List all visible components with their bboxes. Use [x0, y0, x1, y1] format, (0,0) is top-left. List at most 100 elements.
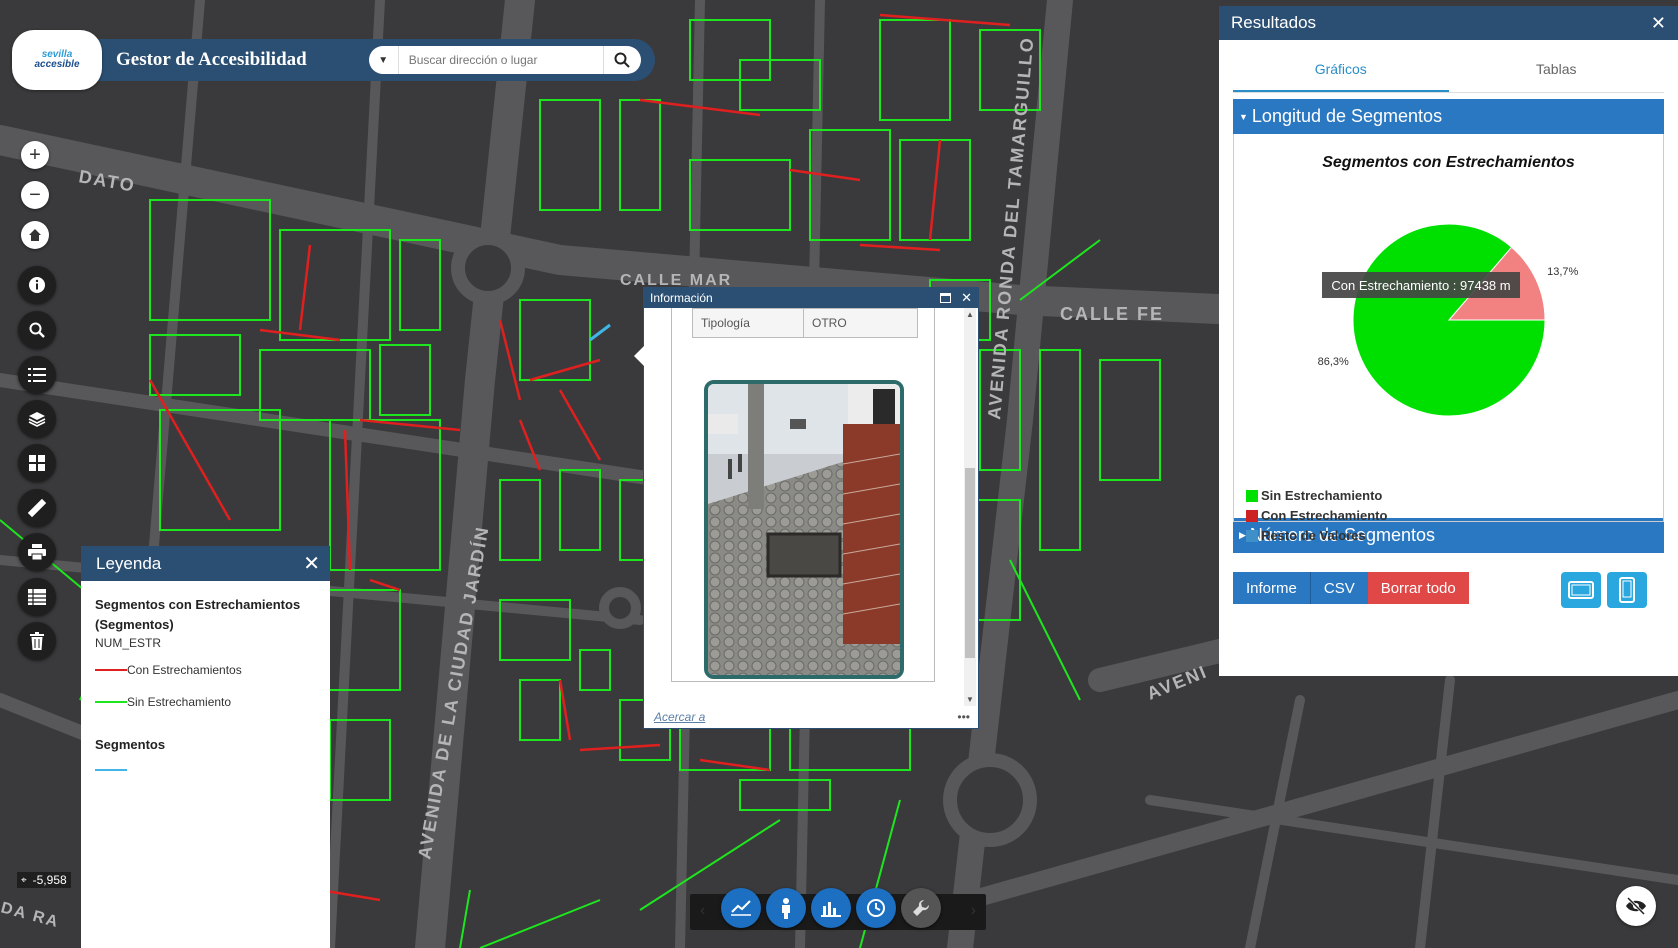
- chart-title: Segmentos con Estrechamientos: [1322, 154, 1575, 171]
- legend-item: Con Estrechamientos: [95, 663, 316, 677]
- collapsed-triangle-icon: ▶: [1239, 530, 1246, 540]
- sidewalk-photo-image: [708, 384, 900, 675]
- chart-legend-item: Con Estrechamiento: [1246, 508, 1387, 523]
- caret-down-icon: ▼: [378, 54, 389, 66]
- attribute-key: Tipología: [693, 309, 804, 337]
- section-longitud[interactable]: ▼ Longitud de Segmentos: [1233, 99, 1664, 134]
- chart-legend-label: Con Estrechamiento: [1261, 508, 1388, 523]
- minus-icon: −: [29, 183, 41, 206]
- legend-title: Leyenda: [96, 553, 162, 573]
- tools-widget-button[interactable]: [901, 888, 941, 928]
- results-tabs: Gráficos Tablas: [1233, 56, 1664, 93]
- search-input[interactable]: [398, 46, 603, 74]
- chart-legend-label: Sin Estrechamiento: [1261, 488, 1383, 503]
- list-icon: [28, 368, 46, 382]
- portrait-view-button[interactable]: [1607, 572, 1647, 608]
- map-street-label: CALLE FE: [1060, 304, 1164, 324]
- basemap-button[interactable]: [18, 444, 56, 482]
- informe-button[interactable]: Informe: [1233, 572, 1310, 604]
- print-icon: [28, 544, 46, 560]
- info-popup: Información ✕ Tipología OTRO ▲ ▼ Acercar…: [643, 287, 979, 729]
- close-icon[interactable]: ✕: [303, 551, 320, 576]
- search-icon: [614, 52, 630, 68]
- logo-text: accesible: [34, 59, 80, 70]
- info-button[interactable]: [18, 266, 56, 304]
- chevron-left-icon[interactable]: ‹: [700, 902, 705, 920]
- legend-header: Leyenda ✕: [81, 546, 330, 581]
- zoom-in-button[interactable]: +: [21, 141, 49, 169]
- home-icon: [29, 229, 41, 241]
- chart-legend-item: Sin Estrechamiento: [1246, 488, 1382, 503]
- attribute-table-button[interactable]: [18, 578, 56, 616]
- pie-slice-label: 13,7%: [1547, 266, 1578, 278]
- info-popup-title: Información: [650, 291, 713, 305]
- segment-photo[interactable]: [704, 380, 904, 679]
- zoom-to-link[interactable]: Acercar a: [654, 710, 705, 724]
- info-scrollbar[interactable]: ▲ ▼: [964, 308, 976, 706]
- legend-button[interactable]: [18, 356, 56, 394]
- tooltip-text: Con Estrechamiento : 97438 m: [1331, 278, 1510, 293]
- info-popup-header: Información ✕: [644, 288, 978, 308]
- results-title: Resultados: [1231, 13, 1317, 32]
- charts-widget-button[interactable]: [811, 888, 851, 928]
- legend-field-name: NUM_ESTR: [95, 636, 162, 650]
- legend-layer-title: Segmentos: [95, 737, 166, 752]
- clear-all-button[interactable]: Borrar todo: [1367, 572, 1469, 604]
- app-logo[interactable]: sevilla accesible: [12, 30, 102, 90]
- coordinate-readout: ⌖ -5,958: [17, 872, 71, 888]
- app-title: Gestor de Accesibilidad: [116, 49, 307, 70]
- coordinate-value: -5,958: [32, 873, 67, 887]
- legend-layer-title: Segmentos con Estrechamientos (Segmentos…: [95, 597, 301, 632]
- cyan-line-swatch: [95, 769, 127, 771]
- person-icon: [782, 898, 790, 919]
- line-chart-icon: [731, 900, 751, 916]
- phone-portrait-icon: [1619, 577, 1635, 603]
- pie-slice-label: 86,3%: [1318, 356, 1349, 368]
- more-options-icon[interactable]: •••: [957, 710, 970, 724]
- zoom-out-button[interactable]: −: [21, 181, 49, 209]
- csv-button[interactable]: CSV: [1309, 572, 1368, 604]
- close-icon[interactable]: ✕: [1651, 13, 1666, 34]
- info-content[interactable]: Tipología OTRO: [671, 308, 935, 682]
- close-icon[interactable]: ✕: [961, 290, 972, 306]
- eye-slash-icon: [1626, 897, 1646, 915]
- search-tool-button[interactable]: [18, 311, 56, 349]
- results-header: Resultados ✕: [1219, 6, 1678, 40]
- attribute-value: OTRO: [812, 316, 847, 330]
- home-button[interactable]: [21, 221, 49, 249]
- landscape-view-button[interactable]: [1561, 572, 1601, 608]
- profile-widget-button[interactable]: [721, 888, 761, 928]
- legend-swatch: [1246, 509, 1258, 522]
- attribute-row: Tipología OTRO: [692, 308, 918, 338]
- crosshair-icon: ⌖: [21, 874, 27, 886]
- title-bar: Gestor de Accesibilidad ▼: [82, 39, 655, 81]
- app-header: sevilla accesible Gestor de Accesibilida…: [12, 30, 655, 90]
- toggle-visibility-button[interactable]: [1616, 886, 1656, 926]
- print-button[interactable]: [18, 533, 56, 571]
- streetview-widget-button[interactable]: [766, 888, 806, 928]
- measure-button[interactable]: [18, 489, 56, 527]
- table-icon: [28, 589, 46, 605]
- maximize-icon[interactable]: [940, 293, 952, 303]
- tab-tablas[interactable]: Tablas: [1449, 56, 1665, 92]
- layers-icon: [28, 412, 46, 427]
- search-button[interactable]: [602, 46, 641, 74]
- layers-button[interactable]: [18, 400, 56, 438]
- info-icon: [29, 277, 45, 293]
- results-panel: Resultados ✕ Gráficos Tablas ▼ Longitud …: [1219, 6, 1678, 676]
- scroll-thumb[interactable]: [965, 468, 975, 658]
- search-source-dropdown[interactable]: ▼: [369, 46, 399, 74]
- history-widget-button[interactable]: [856, 888, 896, 928]
- tab-graficos[interactable]: Gráficos: [1233, 56, 1449, 92]
- trash-icon: [30, 632, 44, 650]
- legend-item: Sin Estrechamiento: [95, 695, 316, 709]
- chevron-right-icon[interactable]: ›: [971, 902, 976, 920]
- clear-button[interactable]: [18, 622, 56, 660]
- search-icon: [29, 322, 45, 338]
- pie-chart[interactable]: 13,7% 86,3% Con Estrechamiento : 97438 m: [1234, 194, 1664, 434]
- legend-panel: Leyenda ✕ Segmentos con Estrechamientos …: [81, 546, 330, 948]
- scroll-down-icon[interactable]: ▼: [966, 695, 974, 704]
- red-line-swatch: [95, 669, 127, 671]
- section-title: Longitud de Segmentos: [1251, 106, 1443, 126]
- scroll-up-icon[interactable]: ▲: [966, 310, 974, 319]
